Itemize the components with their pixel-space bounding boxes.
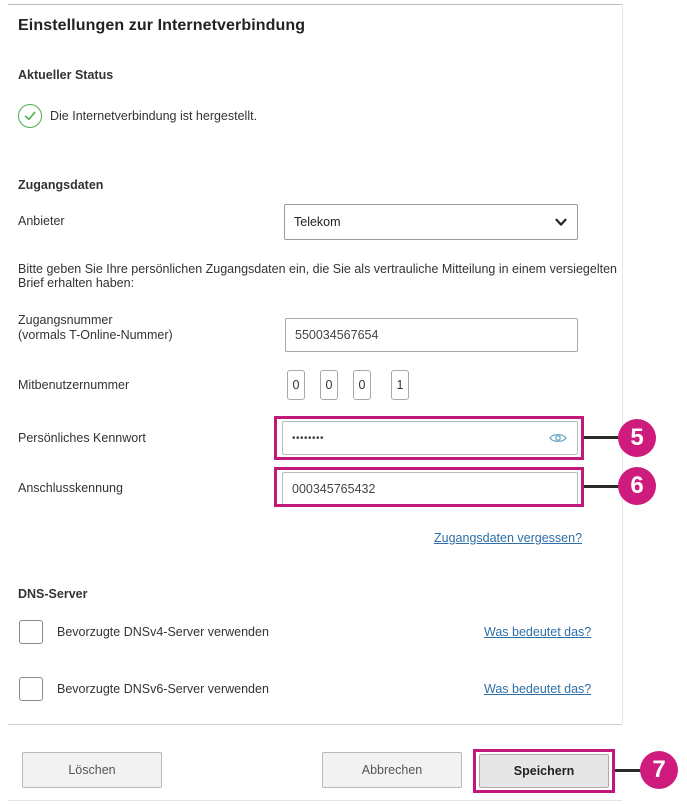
dnsv4-label: Bevorzugte DNSv4-Server verwenden — [57, 625, 269, 639]
check-icon — [18, 104, 42, 128]
connection-id-label: Anschlusskennung — [18, 481, 123, 495]
chevron-down-icon — [555, 218, 567, 226]
password-label: Persönliches Kennwort — [18, 431, 146, 445]
co-user-digit-1[interactable]: 0 — [287, 370, 305, 400]
co-user-digit-2[interactable]: 0 — [320, 370, 338, 400]
account-number-label: Zugangsnummer (vormals T-Online-Nummer) — [18, 313, 173, 343]
callout-badge-7: 7 — [640, 751, 678, 789]
account-number-label-line1: Zugangsnummer — [18, 313, 113, 327]
footer-divider — [8, 724, 622, 725]
password-highlight — [274, 416, 584, 460]
access-hint: Bitte geben Sie Ihre persönlichen Zugang… — [18, 262, 617, 290]
dnsv4-help-link[interactable]: Was bedeutet das? — [484, 625, 591, 639]
status-text: Die Internetverbindung ist hergestellt. — [50, 109, 258, 123]
save-highlight — [473, 749, 615, 793]
dnsv4-checkbox[interactable] — [19, 620, 43, 644]
co-user-digit-3[interactable]: 0 — [353, 370, 371, 400]
dns-heading: DNS-Server — [18, 587, 88, 601]
co-user-digit-4[interactable]: 1 — [391, 370, 409, 400]
connection-id-highlight — [274, 467, 584, 507]
provider-label: Anbieter — [18, 214, 65, 228]
account-number-value: 550034567654 — [295, 328, 379, 342]
dnsv6-checkbox[interactable] — [19, 677, 43, 701]
callout-badge-6: 6 — [618, 467, 656, 505]
account-number-label-line2: (vormals T-Online-Nummer) — [18, 328, 173, 342]
access-heading: Zugangsdaten — [18, 178, 104, 192]
co-user-number-label: Mitbenutzernummer — [18, 378, 130, 392]
status-heading: Aktueller Status — [18, 68, 114, 82]
dnsv6-label: Bevorzugte DNSv6-Server verwenden — [57, 682, 269, 696]
account-number-input[interactable]: 550034567654 — [285, 318, 578, 352]
provider-select[interactable]: Telekom — [284, 204, 578, 240]
password-callout-line — [584, 436, 620, 439]
bottom-divider — [8, 800, 622, 801]
delete-button[interactable]: Löschen — [22, 752, 162, 788]
top-divider — [8, 4, 622, 5]
cancel-button[interactable]: Abbrechen — [322, 752, 462, 788]
dnsv6-help-link[interactable]: Was bedeutet das? — [484, 682, 591, 696]
status-row: Die Internetverbindung ist hergestellt. — [18, 104, 257, 128]
right-divider — [622, 4, 623, 724]
connection-callout-line — [584, 485, 620, 488]
callout-badge-5: 5 — [618, 419, 656, 457]
page-title: Einstellungen zur Internetverbindung — [18, 17, 306, 34]
save-callout-line — [615, 769, 641, 772]
provider-select-value: Telekom — [294, 215, 341, 229]
forgot-access-link[interactable]: Zugangsdaten vergessen? — [434, 531, 582, 545]
